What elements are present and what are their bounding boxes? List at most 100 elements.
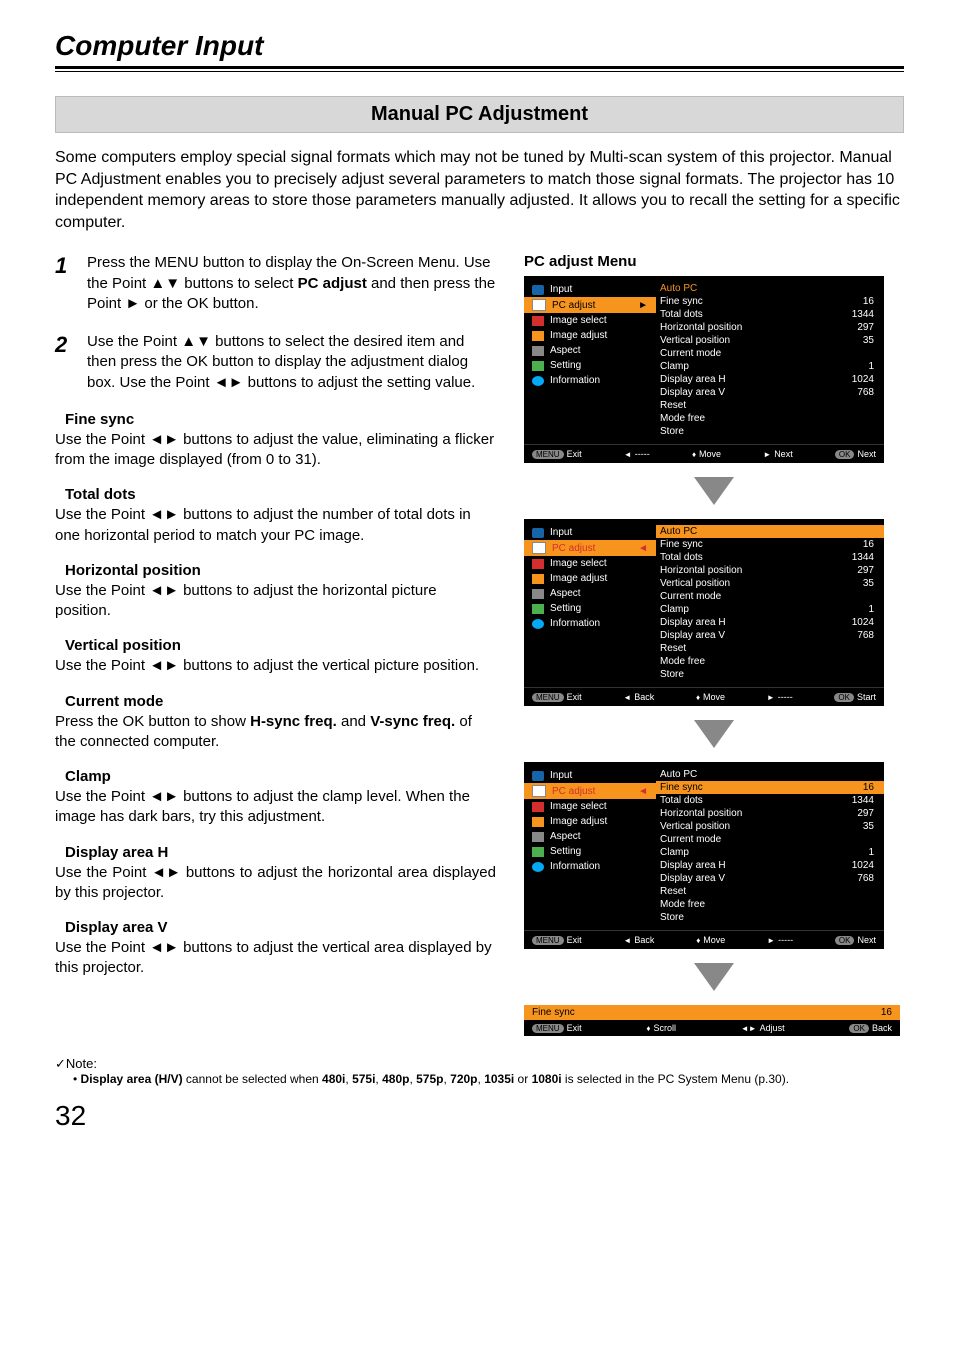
- value-row: Horizontal position297: [660, 564, 874, 577]
- value-row: Clamp1: [660, 360, 874, 373]
- menu-item-selected: PC adjust◄: [524, 783, 656, 799]
- menu-item: Image select: [524, 799, 656, 814]
- text: Use the Point ◄► buttons to adjust the n…: [55, 505, 496, 546]
- value-row: Total dots1344: [660, 551, 874, 564]
- note: ✓Note: • Display area (H/V) cannot be se…: [55, 1056, 904, 1086]
- value-row: Current mode: [660, 347, 874, 360]
- left-column: 1 Press the MENU button to display the O…: [55, 253, 496, 1036]
- arrow-down-icon: [694, 963, 734, 991]
- pc-icon: [532, 299, 546, 311]
- menu-item: Image adjust: [524, 814, 656, 829]
- value-row: Store: [660, 425, 874, 438]
- image-adjust-icon: [532, 331, 544, 341]
- menu-item-image-select: Image select: [524, 313, 656, 328]
- heading-horizontal-position: Horizontal position: [65, 562, 496, 579]
- value-row: Store: [660, 911, 874, 924]
- heading-display-area-v: Display area V: [65, 919, 496, 936]
- text: Use the Point ◄► buttons to adjust the v…: [55, 938, 496, 979]
- image-select-icon: [532, 316, 544, 326]
- note-heading: ✓Note:: [55, 1056, 904, 1072]
- osd-menu-1: Input PC adjust► Image select Image adju…: [524, 276, 884, 463]
- heading-fine-sync: Fine sync: [65, 411, 496, 428]
- step-number: 2: [55, 332, 73, 393]
- value-row: Display area H1024: [660, 373, 874, 386]
- text: Use the Point ◄► buttons to adjust the c…: [55, 787, 496, 828]
- value-row: Store: [660, 668, 874, 681]
- value-row: Mode free: [660, 412, 874, 425]
- input-icon: [532, 285, 544, 295]
- menu-item: Input: [524, 768, 656, 783]
- menu-item-aspect: Aspect: [524, 343, 656, 358]
- value-row: Reset: [660, 399, 874, 412]
- section-header: Manual PC Adjustment: [55, 96, 904, 133]
- rule-thin: [55, 71, 904, 72]
- value-row: Fine sync16: [660, 295, 874, 308]
- value-row: Clamp1: [660, 603, 874, 616]
- aspect-icon: [532, 346, 544, 356]
- value-row: Horizontal position297: [660, 321, 874, 334]
- text: Press the OK button to show H-sync freq.…: [55, 712, 496, 753]
- menu-item-setting: Setting: [524, 358, 656, 373]
- menu-item: Image adjust: [524, 571, 656, 586]
- value-row: Fine sync16: [656, 781, 884, 794]
- heading-clamp: Clamp: [65, 768, 496, 785]
- menu-title: PC adjust Menu: [524, 253, 904, 270]
- adjust-bar-footer: MENUExit ♦Scroll ◄►Adjust OKBack: [524, 1020, 900, 1036]
- value-row: Mode free: [660, 898, 874, 911]
- menu-item: Input: [524, 525, 656, 540]
- text: Use the Point ◄► buttons to adjust the v…: [55, 656, 496, 676]
- value-row: Current mode: [660, 590, 874, 603]
- step-2: 2 Use the Point ▲▼ buttons to select the…: [55, 332, 496, 393]
- value-row: Total dots1344: [660, 794, 874, 807]
- value-row: Display area H1024: [660, 616, 874, 629]
- heading-current-mode: Current mode: [65, 693, 496, 710]
- right-column: PC adjust Menu Input PC adjust► Image se…: [524, 253, 904, 1036]
- page-number: 32: [55, 1100, 904, 1132]
- value-row: Reset: [660, 642, 874, 655]
- osd-menu-2: Input PC adjust◄ Image select Image adju…: [524, 519, 884, 706]
- heading-display-area-h: Display area H: [65, 844, 496, 861]
- osd-menu-3: Input PC adjust◄ Image select Image adju…: [524, 762, 884, 949]
- value-row: Vertical position35: [660, 577, 874, 590]
- value-row: Display area V768: [660, 629, 874, 642]
- value-row: Auto PC: [660, 768, 874, 781]
- menu-item: Information: [524, 859, 656, 874]
- menu-key-icon: MENU: [532, 450, 564, 459]
- value-row: Mode free: [660, 655, 874, 668]
- adjust-bar: Fine sync16: [524, 1005, 900, 1020]
- arrow-down-icon: [694, 477, 734, 505]
- menu-item: Aspect: [524, 829, 656, 844]
- value-row: Total dots1344: [660, 308, 874, 321]
- setting-icon: [532, 361, 544, 371]
- arrow-down-icon: [694, 720, 734, 748]
- menu-item: Information: [524, 616, 656, 631]
- heading-total-dots: Total dots: [65, 486, 496, 503]
- text: Use the Point ◄► buttons to adjust the h…: [55, 581, 496, 622]
- value-row: Display area V768: [660, 386, 874, 399]
- step-1: 1 Press the MENU button to display the O…: [55, 253, 496, 314]
- menu-item: Aspect: [524, 586, 656, 601]
- menu-item: Setting: [524, 844, 656, 859]
- menu-item: Setting: [524, 601, 656, 616]
- menu-item: Image select: [524, 556, 656, 571]
- menu-item-selected: PC adjust◄: [524, 540, 656, 556]
- text: Use the Point ◄► buttons to adjust the v…: [55, 430, 496, 471]
- page-title: Computer Input: [55, 30, 904, 62]
- step-text: Use the Point ▲▼ buttons to select the d…: [87, 332, 496, 393]
- menu-item-image-adjust: Image adjust: [524, 328, 656, 343]
- menu-item-input: Input: [524, 282, 656, 297]
- value-row: Auto PC: [656, 525, 884, 538]
- value-row: Horizontal position297: [660, 807, 874, 820]
- ok-key-icon: OK: [835, 450, 855, 459]
- value-row: Fine sync16: [660, 538, 874, 551]
- value-row: Reset: [660, 885, 874, 898]
- info-icon: [532, 376, 544, 386]
- value-row: Clamp1: [660, 846, 874, 859]
- step-text: Press the MENU button to display the On-…: [87, 253, 496, 314]
- step-number: 1: [55, 253, 73, 314]
- rule-thick: [55, 66, 904, 69]
- heading-vertical-position: Vertical position: [65, 637, 496, 654]
- text: Use the Point ◄► buttons to adjust the h…: [55, 863, 496, 904]
- value-row: Auto PC: [660, 282, 874, 295]
- menu-item-pc-adjust: PC adjust►: [524, 297, 656, 313]
